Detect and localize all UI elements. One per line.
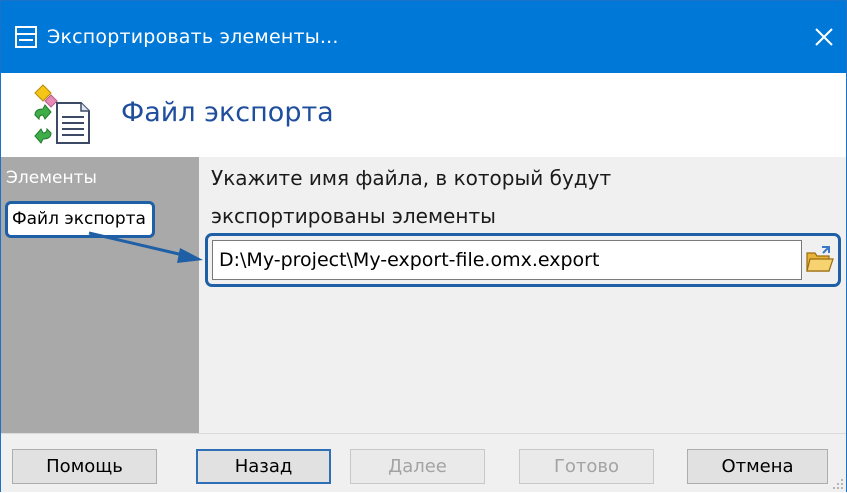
- title-bar[interactable]: Экспортировать элементы...: [1, 1, 846, 73]
- instruction-text: Укажите имя файла, в который будут экспо…: [211, 159, 611, 235]
- close-button[interactable]: [802, 1, 846, 73]
- folder-open-icon[interactable]: [804, 244, 834, 276]
- page-header: Файл экспорта: [1, 73, 846, 157]
- help-button[interactable]: Помощь: [12, 449, 157, 484]
- close-icon: [815, 28, 833, 46]
- sidebar-item-elements[interactable]: Элементы: [6, 167, 97, 189]
- resize-grip-icon[interactable]: [830, 476, 844, 490]
- sidebar-item-export-file[interactable]: Файл экспорта: [5, 201, 155, 238]
- instruction-line-2: экспортированы элементы: [211, 204, 496, 228]
- wizard-steps-sidebar: Элементы Файл экспорта: [1, 157, 199, 433]
- back-button[interactable]: Назад: [196, 449, 331, 484]
- cancel-button[interactable]: Отмена: [687, 449, 828, 484]
- window-title: Экспортировать элементы...: [47, 26, 339, 48]
- main-content: Укажите имя файла, в который будут экспо…: [199, 157, 846, 433]
- button-bar: Помощь Назад Далее Готово Отмена: [1, 433, 846, 492]
- finish-button[interactable]: Готово: [519, 449, 654, 484]
- export-dialog: Экспортировать элементы... Файл экспорта…: [0, 0, 847, 492]
- export-file-icon: [34, 84, 90, 144]
- window-icon: [15, 26, 37, 48]
- file-path-input[interactable]: [212, 240, 802, 280]
- next-button[interactable]: Далее: [350, 449, 485, 484]
- instruction-line-1: Укажите имя файла, в который будут: [211, 166, 612, 190]
- path-field-highlight: [205, 233, 841, 287]
- page-title: Файл экспорта: [121, 97, 334, 128]
